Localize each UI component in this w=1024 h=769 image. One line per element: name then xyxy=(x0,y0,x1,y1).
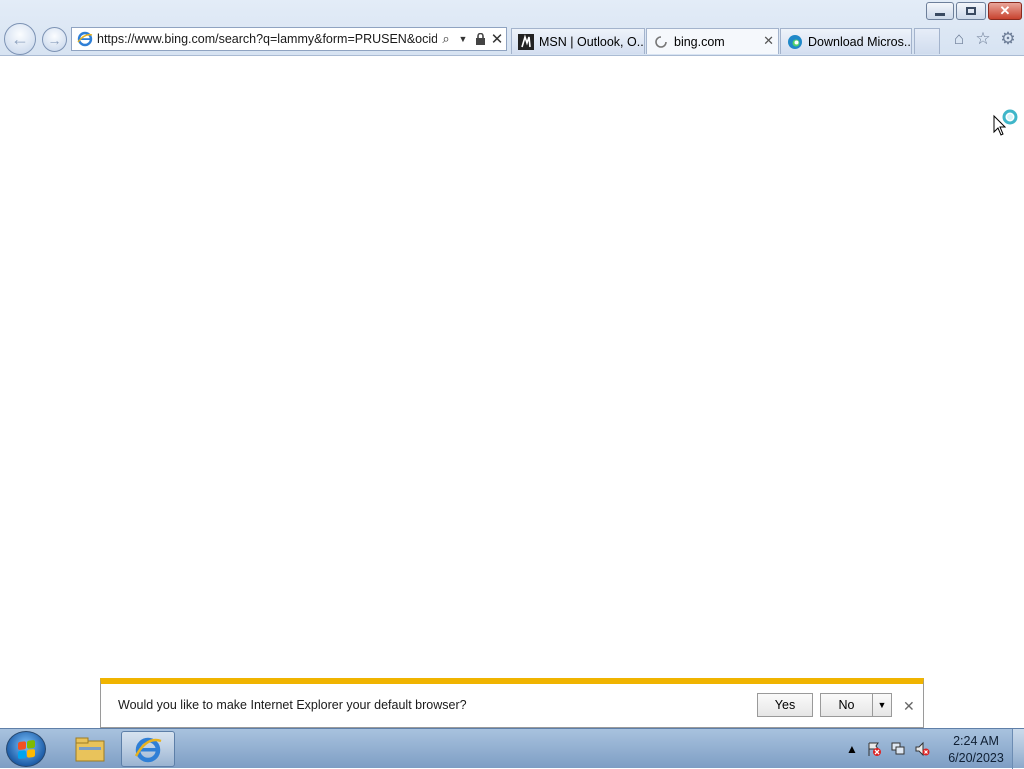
start-button[interactable] xyxy=(6,731,46,767)
tab-label: MSN | Outlook, O... xyxy=(539,34,645,49)
no-options-dropdown[interactable]: ▼ xyxy=(872,693,892,717)
windows-logo-icon xyxy=(17,739,35,759)
clock-date[interactable]: 6/20/2023 xyxy=(940,751,1012,765)
taskbar-file-explorer[interactable] xyxy=(63,731,117,767)
search-icon[interactable]: ⌕ xyxy=(438,31,454,47)
forward-button[interactable]: → xyxy=(42,27,67,52)
folder-icon xyxy=(75,737,105,762)
ie-logo-icon xyxy=(134,737,162,763)
close-window-button[interactable]: ✕ xyxy=(988,2,1022,20)
clock-time[interactable]: 2:24 AM xyxy=(940,734,1012,748)
new-tab-button[interactable] xyxy=(914,28,940,54)
close-tab-icon[interactable]: ✕ xyxy=(763,33,774,49)
no-button[interactable]: No xyxy=(820,693,873,717)
show-hidden-icons-icon[interactable]: ▲ xyxy=(844,741,860,757)
msn-icon xyxy=(518,33,534,50)
forward-arrow-icon: → xyxy=(47,31,62,48)
gear-icon[interactable]: ⚙ xyxy=(999,29,1017,48)
url-text[interactable]: https://www.bing.com/search?q=lammy&form… xyxy=(97,32,437,46)
browser-chrome: ✕ ← → https://www.bing.com/search?q=lamm… xyxy=(0,0,1024,56)
restore-button[interactable] xyxy=(956,2,986,20)
tab-msn[interactable]: MSN | Outlook, O... xyxy=(511,28,645,54)
page-content[interactable] xyxy=(0,56,1024,728)
tab-download-edge[interactable]: Download Micros... xyxy=(780,28,912,54)
back-arrow-icon: ← xyxy=(11,29,29,49)
dropdown-icon[interactable]: ▼ xyxy=(455,31,471,47)
loading-icon xyxy=(653,34,669,50)
volume-muted-icon[interactable] xyxy=(914,741,930,757)
busy-cursor-icon xyxy=(992,108,1022,138)
home-icon[interactable]: ⌂ xyxy=(950,29,968,48)
minimize-button[interactable] xyxy=(926,2,954,20)
tab-label: bing.com xyxy=(674,34,725,49)
notification-message: Would you like to make Internet Explorer… xyxy=(118,698,467,712)
default-browser-notification: Would you like to make Internet Explorer… xyxy=(100,678,924,728)
yes-button[interactable]: Yes xyxy=(757,693,813,717)
tab-label: Download Micros... xyxy=(808,34,912,49)
taskbar: ▲ 2:24 AM 6/20/2023 xyxy=(0,728,1024,769)
favorites-star-icon[interactable]: ☆ xyxy=(974,29,992,48)
taskbar-internet-explorer[interactable] xyxy=(121,731,175,767)
lock-icon[interactable] xyxy=(472,31,488,47)
show-desktop-button[interactable] xyxy=(1012,729,1024,769)
network-icon[interactable] xyxy=(890,741,906,757)
back-button[interactable]: ← xyxy=(4,23,36,55)
address-bar[interactable]: https://www.bing.com/search?q=lammy&form… xyxy=(71,27,507,51)
action-center-flag-icon[interactable] xyxy=(866,741,882,757)
close-notification-icon[interactable]: ✕ xyxy=(903,698,915,715)
stop-icon[interactable]: ✕ xyxy=(489,31,505,48)
tab-bing[interactable]: bing.com ✕ xyxy=(646,28,779,54)
close-icon: ✕ xyxy=(999,3,1011,18)
chevron-down-icon: ▼ xyxy=(877,700,887,710)
edge-icon xyxy=(787,34,803,50)
minimize-icon xyxy=(935,12,945,16)
restore-icon xyxy=(966,7,976,15)
ie-page-icon xyxy=(77,31,93,47)
system-tray: ▲ 2:24 AM 6/20/2023 xyxy=(840,729,1024,769)
